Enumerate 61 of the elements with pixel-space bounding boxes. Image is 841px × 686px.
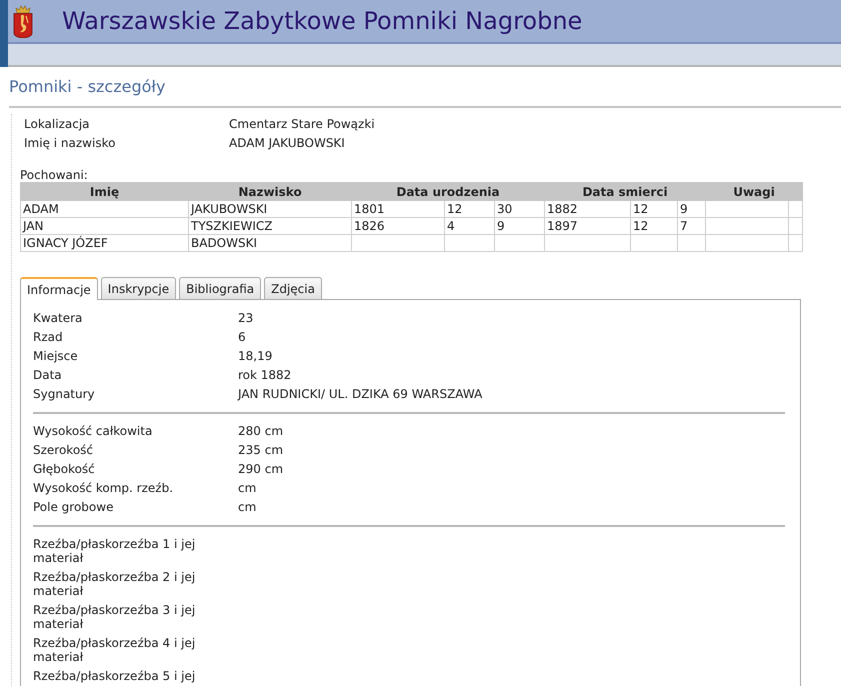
table-cell: JAN — [23, 219, 44, 233]
table-cell: BADOWSKI — [191, 236, 258, 250]
column-header: Imię — [90, 184, 120, 198]
table-cell: 12 — [447, 202, 462, 216]
tab[interactable]: Informacje — [20, 277, 98, 300]
field-label: Wysokość komp. rzeźb. — [33, 480, 174, 497]
table-caption: Pochowani: — [20, 168, 89, 182]
field-label: Rzeźba/płaskorzeźba 2 i jej materiał — [33, 570, 196, 598]
field-value: 6 — [238, 329, 246, 346]
table-cell: JAKUBOWSKI — [191, 202, 268, 216]
table-cell: 1801 — [354, 202, 385, 216]
tab[interactable]: Inskrypcje — [100, 277, 176, 299]
field-label: Imię i nazwisko — [24, 135, 116, 152]
table-cell: 30 — [497, 202, 512, 216]
field-label: Rzeźba/płaskorzeźba 5 i jej — [33, 669, 196, 683]
tab[interactable]: Zdjęcia — [264, 277, 322, 299]
field-label: Szerokość — [33, 442, 94, 459]
field-value: 280 cm — [238, 423, 284, 440]
field-label: Rzeźba/płaskorzeźba 3 i jej materiał — [33, 603, 196, 631]
column-header: Data smierci — [582, 184, 668, 198]
field-label: Rzeźba/płaskorzeźba 1 i jej materiał — [33, 537, 196, 565]
field-value: cm — [238, 480, 256, 497]
site-title: Warszawskie Zabytkowe Pomniki Nagrobne — [62, 6, 582, 36]
field-label: Rzad — [33, 329, 64, 346]
field-value: cm — [238, 499, 256, 516]
field-value: 23 — [238, 310, 254, 327]
field-value: ADAM JAKUBOWSKI — [229, 135, 345, 152]
field-label: Wysokość całkowita — [33, 423, 154, 440]
table-cell: TYSZKIEWICZ — [191, 219, 272, 233]
table-cell: 4 — [447, 219, 455, 233]
table-cell: 12 — [633, 202, 648, 216]
field-label: Kwatera — [33, 310, 84, 327]
column-header: Nazwisko — [238, 184, 302, 198]
table-cell: 9 — [680, 202, 688, 216]
table-cell: ADAM — [23, 202, 59, 216]
table-cell: IGNACY JÓZEF — [23, 236, 108, 250]
column-header: Data urodzenia — [396, 184, 500, 198]
column-header: Uwagi — [733, 184, 775, 198]
table-cell: 1826 — [354, 219, 385, 233]
field-label: Lokalizacja — [24, 116, 91, 133]
field-value: Cmentarz Stare Powązki — [229, 116, 375, 133]
field-value: 18,19 — [238, 348, 272, 365]
crowned-shield-icon — [12, 4, 34, 38]
field-value: 235 cm — [238, 442, 284, 459]
field-value: JAN RUDNICKI/ UL. DZIKA 69 WARSZAWA — [238, 386, 482, 403]
field-label: Miejsce — [33, 348, 79, 365]
table-cell: 1897 — [547, 219, 578, 233]
field-value: 290 cm — [238, 461, 284, 478]
accent-strip — [0, 0, 8, 67]
table-cell: 1882 — [547, 202, 578, 216]
table-cell: 12 — [633, 219, 648, 233]
field-label: Głębokość — [33, 461, 96, 478]
page-heading: Pomniki - szczegóły — [9, 76, 166, 96]
tab[interactable]: Bibliografia — [179, 277, 262, 299]
field-label: Data — [33, 367, 63, 384]
table-cell: 7 — [680, 219, 688, 233]
field-label: Rzeźba/płaskorzeźba 4 i jej materiał — [33, 636, 196, 664]
field-value: rok 1882 — [238, 367, 292, 384]
field-label: Sygnatury — [33, 386, 96, 403]
table-cell: 9 — [497, 219, 505, 233]
field-label: Pole grobowe — [33, 499, 114, 516]
